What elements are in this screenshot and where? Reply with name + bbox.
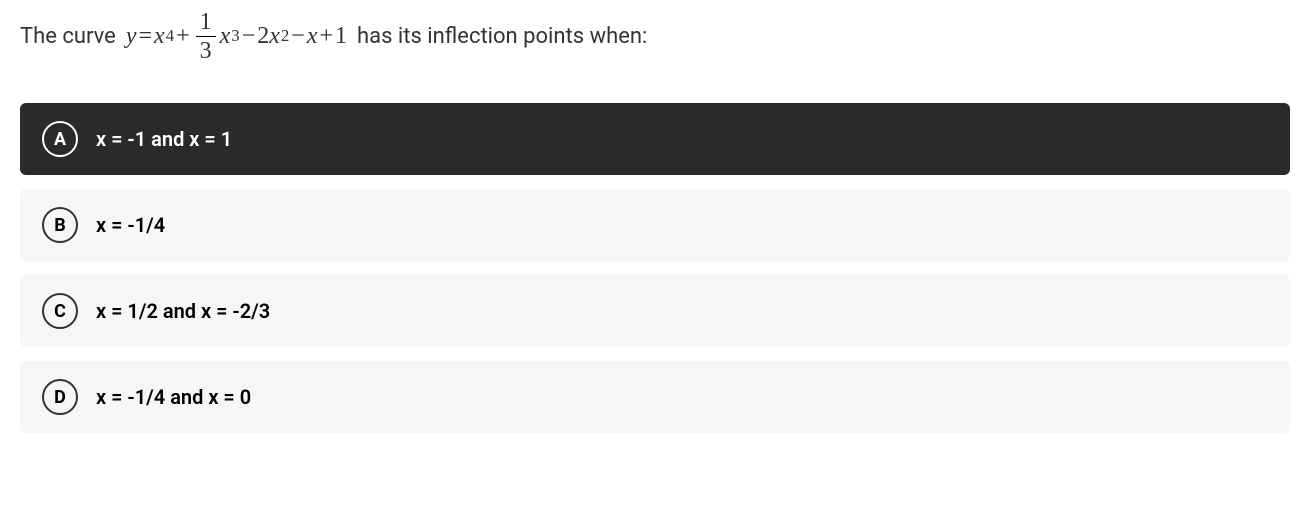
options-list: A x = -1 and x = 1 B x = -1/4 C x = 1/2 … (20, 103, 1290, 433)
question-prefix: The curve (20, 19, 116, 54)
option-c[interactable]: C x = 1/2 and x = -2/3 (20, 275, 1290, 347)
question-text: The curve y=x4+ 1 3 x3−2x2−x+1 has its i… (20, 10, 1290, 63)
option-text: x = 1/2 and x = -2/3 (96, 299, 270, 323)
option-letter: A (42, 121, 78, 157)
option-text: x = -1 and x = 1 (96, 127, 232, 151)
option-a[interactable]: A x = -1 and x = 1 (20, 103, 1290, 175)
question-suffix: has its inflection points when: (357, 19, 647, 54)
option-b[interactable]: B x = -1/4 (20, 189, 1290, 261)
option-text: x = -1/4 and x = 0 (96, 385, 251, 409)
option-letter: D (42, 379, 78, 415)
option-d[interactable]: D x = -1/4 and x = 0 (20, 361, 1290, 433)
option-letter: B (42, 207, 78, 243)
option-letter: C (42, 293, 78, 329)
option-text: x = -1/4 (96, 213, 165, 237)
question-equation: y=x4+ 1 3 x3−2x2−x+1 (126, 10, 347, 63)
